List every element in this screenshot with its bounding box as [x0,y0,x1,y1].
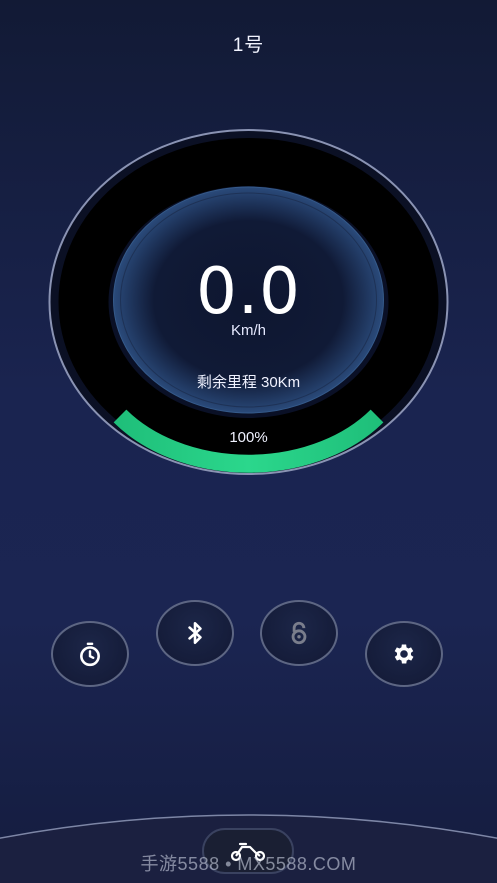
timer-button[interactable] [51,621,129,687]
bluetooth-icon [188,621,202,645]
watermark: 手游5588 • MX5588.COM [140,854,357,874]
speed-value: 0.0 [196,255,301,329]
gear-icon [394,644,414,664]
remaining-range: 剩余里程 30Km [196,374,301,391]
lock-icon [291,621,307,645]
stopwatch-icon [80,642,100,667]
bluetooth-button[interactable] [156,600,234,666]
battery-percent: 100% [229,429,268,446]
settings-button[interactable] [365,621,443,687]
lock-button[interactable] [260,600,338,666]
speed-unit: Km/h [230,322,266,339]
